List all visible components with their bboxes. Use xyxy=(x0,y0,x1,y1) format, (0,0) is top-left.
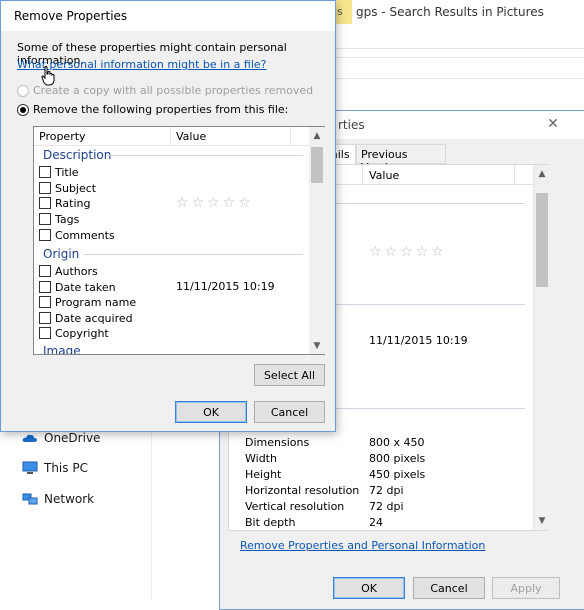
remove-properties-link[interactable]: Remove Properties and Personal Informati… xyxy=(240,539,485,552)
checkbox-label: Copyright xyxy=(55,326,109,340)
group-divider xyxy=(84,254,303,255)
option-label: Create a copy with all possible properti… xyxy=(33,84,314,97)
apply-button[interactable]: Apply xyxy=(492,577,560,599)
cancel-button[interactable]: Cancel xyxy=(413,577,485,599)
computer-icon xyxy=(22,461,38,474)
column-divider xyxy=(514,165,515,185)
nav-item-label: OneDrive xyxy=(44,431,101,445)
checkbox-title[interactable]: Title xyxy=(39,165,79,179)
hand-cursor-icon xyxy=(41,66,55,86)
scroll-thumb[interactable] xyxy=(536,193,548,287)
checkbox-subject[interactable]: Subject xyxy=(39,181,96,195)
checkbox-date-taken[interactable]: Date taken xyxy=(39,280,116,294)
checkbox-label: Date taken xyxy=(55,280,116,294)
scroll-down-icon[interactable]: ▼ xyxy=(534,514,550,528)
column-header-value[interactable]: Value xyxy=(369,169,399,182)
date-taken-value: 11/11/2015 10:19 xyxy=(369,334,468,347)
ok-button[interactable]: OK xyxy=(175,401,247,423)
checkbox[interactable] xyxy=(39,296,51,308)
window-title: gps - Search Results in Pictures xyxy=(356,5,544,19)
checklist-scrollbar[interactable]: ▲ ▼ xyxy=(309,127,325,354)
column-divider xyxy=(290,127,291,146)
checkbox-label: Subject xyxy=(55,181,97,195)
option-label: Remove the following properties from thi… xyxy=(33,103,289,116)
checkbox-tags[interactable]: Tags xyxy=(39,212,79,226)
property-name: Height xyxy=(245,468,282,481)
checkbox-label: Authors xyxy=(55,264,98,278)
checkbox-comments[interactable]: Comments xyxy=(39,228,115,242)
checkbox-label: Comments xyxy=(55,228,115,242)
properties-checklist: Property Value Description Title Subject… xyxy=(33,126,325,355)
tab-previous-versions[interactable]: Previous Versions xyxy=(356,144,446,174)
cloud-icon xyxy=(22,434,37,442)
option-remove-properties[interactable]: Remove the following properties from thi… xyxy=(17,103,288,116)
checklist-header: Property Value xyxy=(34,127,309,146)
checkbox-label: Rating xyxy=(55,196,91,210)
checkbox[interactable] xyxy=(39,312,51,324)
checkbox-program-name[interactable]: Program name xyxy=(39,295,136,309)
checkbox[interactable] xyxy=(39,197,51,209)
checkbox[interactable] xyxy=(39,229,51,241)
checkbox-rating[interactable]: Rating xyxy=(39,196,90,210)
checkbox[interactable] xyxy=(39,265,51,277)
scroll-thumb[interactable] xyxy=(311,147,323,183)
rating-stars: ☆☆☆☆☆ xyxy=(176,195,254,211)
nav-item-label: Network xyxy=(44,492,95,506)
property-value: 72 dpi xyxy=(369,500,404,513)
property-name: Vertical resolution xyxy=(245,500,345,513)
radio-button[interactable] xyxy=(17,103,29,116)
date-taken-value: 11/11/2015 10:19 xyxy=(176,280,275,293)
checkbox-date-acquired[interactable]: Date acquired xyxy=(39,311,133,325)
dialog-title: Remove Properties xyxy=(14,9,128,23)
scroll-down-icon[interactable]: ▼ xyxy=(309,339,325,353)
checkbox-authors[interactable]: Authors xyxy=(39,264,98,278)
close-icon[interactable]: ✕ xyxy=(542,113,564,135)
column-header-value[interactable]: Value xyxy=(176,130,206,143)
checkbox-label: Program name xyxy=(55,295,137,309)
remove-properties-dialog: Remove Properties Some of these properti… xyxy=(0,0,336,432)
property-value: 24 xyxy=(369,516,383,529)
checkbox[interactable] xyxy=(39,327,51,339)
nav-item-label: This PC xyxy=(44,461,88,475)
option-create-copy[interactable]: Create a copy with all possible properti… xyxy=(17,84,313,97)
rating-stars[interactable]: ☆☆☆☆☆ xyxy=(369,244,447,260)
property-name: Bit depth xyxy=(245,516,296,529)
checkbox-label: Title xyxy=(55,165,79,179)
column-divider xyxy=(170,127,171,146)
property-name: Width xyxy=(245,452,277,465)
property-name: Dimensions xyxy=(245,436,310,449)
property-value: 800 x 450 xyxy=(369,436,425,449)
checkbox-label: Tags xyxy=(55,212,80,226)
ok-button[interactable]: OK xyxy=(333,577,405,599)
column-header-property[interactable]: Property xyxy=(39,130,86,143)
cancel-button[interactable]: Cancel xyxy=(254,401,325,423)
properties-title: rties xyxy=(338,118,365,132)
radio-button[interactable] xyxy=(17,84,29,97)
group-title-origin: Origin xyxy=(43,247,80,261)
scroll-up-icon[interactable]: ▲ xyxy=(534,167,550,181)
checkbox-label: Date acquired xyxy=(55,311,133,325)
network-icon xyxy=(22,493,38,505)
nav-item-this-pc[interactable]: This PC xyxy=(22,458,88,478)
checkbox[interactable] xyxy=(39,213,51,225)
checkbox[interactable] xyxy=(39,281,51,293)
column-divider xyxy=(362,165,363,185)
group-title-description: Description xyxy=(43,148,112,162)
checkbox[interactable] xyxy=(39,166,51,178)
nav-item-network[interactable]: Network xyxy=(22,489,94,509)
property-name: Horizontal resolution xyxy=(245,484,360,497)
properties-scrollbar[interactable]: ▲ ▼ xyxy=(533,165,549,530)
group-title-image: Image xyxy=(43,344,81,354)
checkbox-copyright[interactable]: Copyright xyxy=(39,326,109,340)
property-value: 72 dpi xyxy=(369,484,404,497)
scroll-up-icon[interactable]: ▲ xyxy=(309,129,325,143)
property-value: 800 pixels xyxy=(369,452,426,465)
select-all-button[interactable]: Select All xyxy=(254,364,325,386)
property-value: 450 pixels xyxy=(369,468,426,481)
group-divider xyxy=(108,155,303,156)
checkbox[interactable] xyxy=(39,182,51,194)
